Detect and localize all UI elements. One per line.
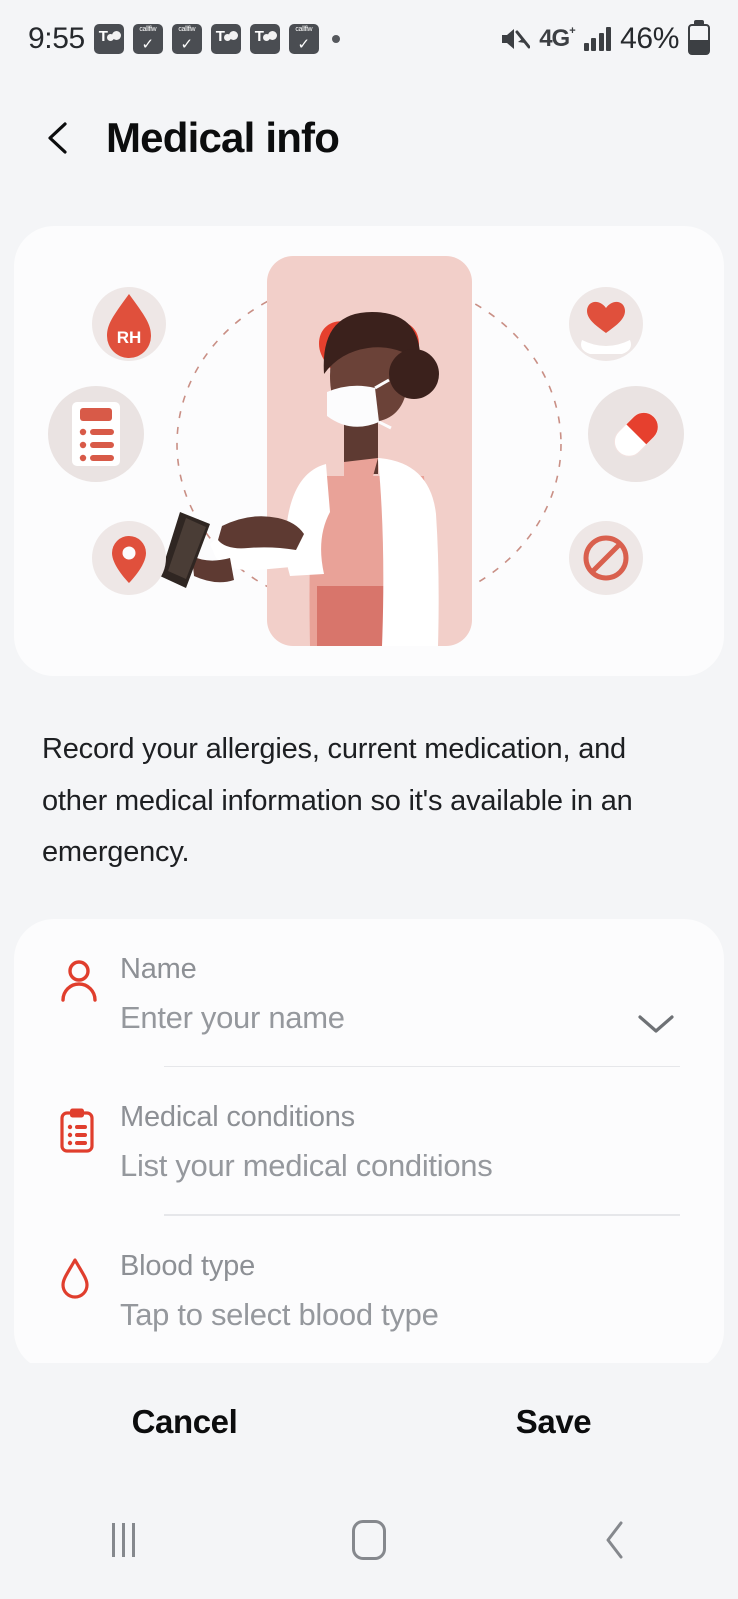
- status-bar: 9:55 callflw ✓ callflw ✓ callflw ✓ 4G+ 4: [0, 0, 738, 78]
- home-icon: [352, 1519, 386, 1560]
- callflow-icon-check: ✓: [141, 36, 155, 53]
- callflow-icon: callflw ✓: [171, 24, 202, 54]
- medical-info-form: Name Enter your name Medical conditions: [14, 918, 724, 1371]
- svg-text:RH: RH: [117, 328, 142, 347]
- field-blood-type-body: Blood type Tap to select blood type: [120, 1250, 680, 1363]
- callflow-icon-label: callflw: [139, 26, 157, 33]
- chevron-down-icon[interactable]: [632, 1011, 680, 1037]
- callflow-icon-check: ✓: [180, 36, 194, 53]
- field-medical-conditions-body: Medical conditions List your medical con…: [120, 1101, 680, 1214]
- back-chevron-icon[interactable]: [42, 121, 76, 155]
- field-blood-type-label: Blood type: [120, 1249, 256, 1282]
- blood-drop-icon: [58, 1250, 120, 1363]
- home-button[interactable]: [246, 1519, 492, 1560]
- field-name-label: Name: [120, 952, 197, 985]
- page-title: Medical info: [106, 114, 340, 161]
- signal-strength-icon: [583, 27, 612, 51]
- field-name[interactable]: Name Enter your name: [14, 919, 724, 1066]
- status-bar-right: 4G + 46%: [500, 22, 710, 56]
- field-name-input[interactable]: Enter your name: [120, 1000, 680, 1036]
- recents-icon: [111, 1522, 135, 1557]
- save-button[interactable]: Save: [369, 1403, 738, 1441]
- action-bar: Cancel Save: [0, 1363, 738, 1480]
- blood-type-rh-icon: RH: [92, 287, 166, 361]
- field-medical-conditions[interactable]: Medical conditions List your medical con…: [14, 1067, 724, 1214]
- prohibition-sign-icon: [569, 521, 643, 595]
- network-type-label: 4G: [539, 25, 570, 52]
- pill-capsule-icon: [588, 386, 684, 482]
- field-name-body: Name Enter your name: [120, 953, 680, 1066]
- teams-icon: [249, 24, 280, 54]
- illustration-card: RH: [14, 226, 724, 676]
- app-header: Medical info: [0, 78, 738, 198]
- description-text: Record your allergies, current medicatio…: [42, 733, 633, 869]
- field-medical-conditions-label: Medical conditions: [120, 1101, 355, 1134]
- clock: 9:55: [28, 22, 85, 55]
- cancel-button[interactable]: Cancel: [0, 1403, 369, 1441]
- battery-icon: [688, 23, 710, 55]
- recents-button[interactable]: [0, 1522, 246, 1557]
- clipboard-icon: [58, 1101, 120, 1214]
- callflow-icon-label: callflw: [178, 26, 196, 33]
- system-navigation-bar: [0, 1480, 738, 1599]
- back-button[interactable]: [492, 1519, 738, 1561]
- heart-in-hand-icon: [569, 287, 643, 361]
- back-icon: [606, 1521, 623, 1558]
- person-icon: [58, 953, 120, 1066]
- callflow-icon: callflw ✓: [132, 24, 163, 54]
- status-bar-left: 9:55 callflw ✓ callflw ✓ callflw ✓: [28, 22, 340, 56]
- field-blood-type-input[interactable]: Tap to select blood type: [120, 1297, 680, 1333]
- location-pin-icon: [92, 521, 166, 595]
- battery-percentage: 46%: [620, 22, 679, 55]
- network-type-indicator: 4G +: [539, 25, 576, 53]
- clipboard-checklist-icon: [48, 386, 144, 482]
- callflow-icon-label: callflw: [295, 26, 313, 33]
- field-medical-conditions-input[interactable]: List your medical conditions: [120, 1148, 680, 1184]
- callflow-icon: callflw ✓: [288, 24, 319, 54]
- sound-muted-icon: [502, 29, 531, 49]
- field-blood-type[interactable]: Blood type Tap to select blood type: [14, 1216, 724, 1363]
- teams-icon: [210, 24, 241, 54]
- network-suffix-label: +: [569, 25, 576, 37]
- callflow-icon-check: ✓: [297, 36, 311, 53]
- medical-illustration: RH: [48, 256, 684, 646]
- teams-icon: [93, 24, 124, 54]
- more-notifications-dot-icon: [331, 35, 340, 43]
